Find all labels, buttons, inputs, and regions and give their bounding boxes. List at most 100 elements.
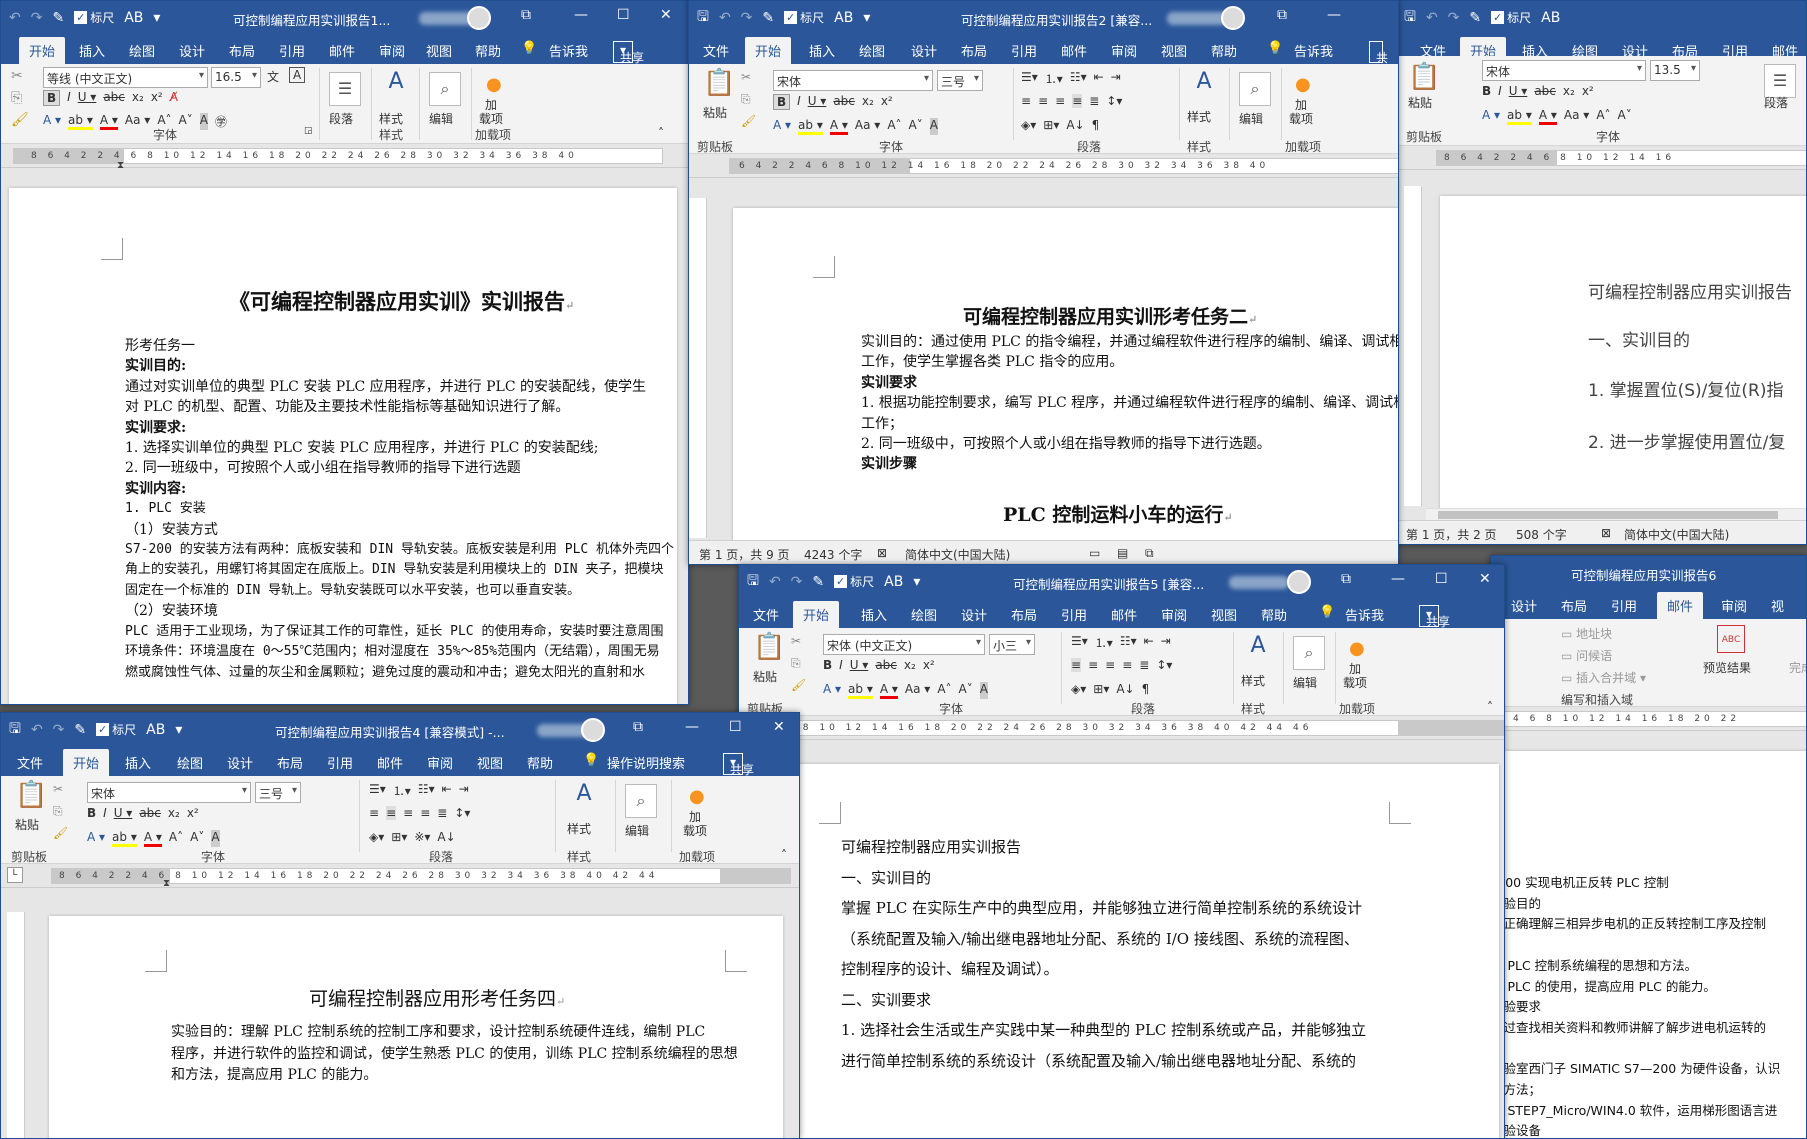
enclose-char-icon[interactable]: ㊫	[215, 113, 227, 130]
copy-icon[interactable]: ⎘	[791, 656, 801, 671]
word-count[interactable]: 4243 个字	[804, 546, 862, 563]
avatar[interactable]	[1287, 570, 1311, 594]
tab-references[interactable]: 引用	[1611, 596, 1637, 615]
tab-insert[interactable]: 插入	[809, 41, 835, 60]
tab-draw[interactable]: 绘图	[911, 605, 937, 624]
font-size-select[interactable]: 三号	[255, 782, 301, 803]
customize-qat-icon[interactable]: ▾	[153, 10, 160, 26]
char-border-icon[interactable]: A	[289, 67, 306, 83]
shrink-font-icon[interactable]: A˅	[179, 113, 193, 130]
styles-button[interactable]: 样式	[1187, 108, 1211, 125]
ab-icon[interactable]: AB	[884, 574, 903, 590]
tab-mailings[interactable]: 邮件	[1061, 41, 1087, 60]
close-button[interactable]: ✕	[1479, 571, 1491, 587]
numbering-icon[interactable]: ⒈▾	[1095, 634, 1113, 651]
italic-icon[interactable]: I	[67, 90, 71, 106]
editing-button[interactable]: 编辑	[1239, 110, 1263, 127]
paragraph-icon[interactable]: ☰	[329, 72, 361, 106]
document-page[interactable]: 可编程控制器应用实训形考任务二↵ 实训目的：通过使用 PLC 的指令编程，并通过…	[733, 208, 1398, 548]
align-left-icon[interactable]: ≡	[369, 806, 379, 820]
char-shading-icon[interactable]: A	[979, 682, 988, 699]
decrease-indent-icon[interactable]: ⇤	[1094, 70, 1104, 87]
tab-design[interactable]: 设计	[1511, 596, 1537, 615]
tab-help[interactable]: 帮助	[475, 41, 501, 60]
text-effects-icon[interactable]: A ▾	[87, 830, 105, 847]
highlight-icon[interactable]: ab ▾	[1507, 108, 1532, 125]
font-name-select[interactable]: 等线 (中文正文)	[43, 67, 208, 88]
paste-icon[interactable]: 📋	[15, 780, 47, 810]
share-button[interactable]: 共	[1369, 41, 1388, 65]
line-spacing-icon[interactable]: ↕▾	[454, 806, 470, 820]
avatar[interactable]	[1221, 6, 1245, 30]
proofing-icon[interactable]: ⊠	[877, 546, 887, 560]
multilevel-icon[interactable]: ☷▾	[1120, 634, 1137, 651]
font-size-select[interactable]: 三号	[937, 70, 983, 91]
pen-icon[interactable]: ✎	[762, 10, 774, 26]
paste-icon[interactable]: 📋	[1408, 62, 1440, 92]
editing-button[interactable]: 编辑	[625, 822, 649, 839]
ribbon-display-icon[interactable]: ⧉	[1341, 571, 1351, 587]
grow-font-icon[interactable]: A˄	[937, 682, 951, 699]
bold-icon[interactable]: B	[1482, 84, 1491, 98]
save-icon[interactable]: 🖫	[697, 6, 709, 30]
address-block-button[interactable]: ▭ 地址块	[1561, 625, 1612, 642]
styles-icon[interactable]: A	[1187, 70, 1221, 94]
tab-draw[interactable]: 绘图	[177, 753, 203, 772]
align-center-icon[interactable]: ≡	[1088, 658, 1098, 672]
addins-button[interactable]: 加 载项	[1343, 662, 1367, 690]
tab-design[interactable]: 设计	[911, 41, 937, 60]
collapse-ribbon-icon[interactable]: ˄	[658, 126, 664, 140]
increase-indent-icon[interactable]: ⇥	[1111, 70, 1121, 87]
tab-insert[interactable]: 插入	[79, 41, 105, 60]
bold-icon[interactable]: B	[773, 94, 791, 110]
tab-review[interactable]: 审阅	[427, 753, 453, 772]
restore-button[interactable]: ☐	[729, 719, 742, 735]
font-size-select[interactable]: 小三	[989, 634, 1035, 655]
format-painter-icon[interactable]: 🖌	[791, 678, 806, 692]
shrink-font-icon[interactable]: A˅	[1618, 108, 1632, 125]
close-button[interactable]: ✕	[660, 7, 672, 23]
tab-home[interactable]: 开始	[63, 749, 110, 776]
ab-icon[interactable]: AB	[124, 10, 143, 26]
minimize-button[interactable]: —	[1327, 7, 1341, 23]
italic-icon[interactable]: I	[1498, 84, 1502, 98]
paste-icon[interactable]: 📋	[753, 632, 785, 662]
clear-format-icon[interactable]: A̸	[170, 90, 178, 106]
highlight-icon[interactable]: ab ▾	[68, 113, 93, 130]
sort-icon[interactable]: A↓	[1066, 118, 1084, 132]
align-right-icon[interactable]: ≡	[403, 806, 413, 820]
highlight-icon[interactable]: ab ▾	[112, 830, 137, 847]
ruler-checkbox[interactable]: ✓ 标尺	[834, 573, 874, 590]
italic-icon[interactable]: I	[797, 94, 801, 110]
addins-button[interactable]: 加 载项	[1289, 98, 1313, 126]
search-icon[interactable]: ⌕	[1293, 636, 1325, 670]
change-case-icon[interactable]: Aa ▾	[1564, 108, 1589, 125]
borders-icon[interactable]: ⊞▾	[1093, 682, 1109, 696]
tab-review[interactable]: 审阅	[1161, 605, 1187, 624]
tab-draw[interactable]: 绘图	[129, 41, 155, 60]
undo-icon[interactable]: ↶	[31, 722, 43, 738]
print-layout-icon[interactable]: ▤	[1117, 546, 1128, 560]
strikethrough-icon[interactable]: abc	[103, 90, 125, 106]
preview-results-button[interactable]: 预览结果	[1703, 659, 1751, 676]
subscript-icon[interactable]: x₂	[168, 806, 180, 820]
tab-review[interactable]: 审阅	[1111, 41, 1137, 60]
tab-draw[interactable]: 绘图	[859, 41, 885, 60]
align-left-icon[interactable]: ≡	[1071, 658, 1082, 672]
subscript-icon[interactable]: x₂	[1563, 84, 1575, 98]
strikethrough-icon[interactable]: abc	[1534, 84, 1556, 98]
document-page[interactable]: 《可编程控制器应用实训》实训报告↵ 形考任务一 实训目的: 通过对实训单位的典型 P…	[9, 188, 677, 704]
tell-me-search[interactable]: 告诉我	[1294, 41, 1333, 60]
superscript-icon[interactable]: x²	[923, 658, 935, 672]
align-right-icon[interactable]: ≡	[1055, 94, 1065, 108]
paste-icon[interactable]: 📋	[703, 68, 735, 98]
proofing-icon[interactable]: ⊠	[1601, 526, 1611, 540]
save-icon[interactable]: 🖫	[1404, 6, 1416, 30]
styles-button[interactable]: 样式	[379, 110, 403, 127]
ribbon-display-icon[interactable]: ⧉	[521, 7, 531, 23]
pen-icon[interactable]: ✎	[812, 574, 824, 590]
paragraph-button[interactable]: 段落	[329, 110, 353, 127]
show-marks-icon[interactable]: ¶	[1142, 682, 1150, 696]
horizontal-scrollbar[interactable]	[1426, 508, 1806, 520]
bullets-icon[interactable]: ☰▾	[1021, 70, 1038, 87]
